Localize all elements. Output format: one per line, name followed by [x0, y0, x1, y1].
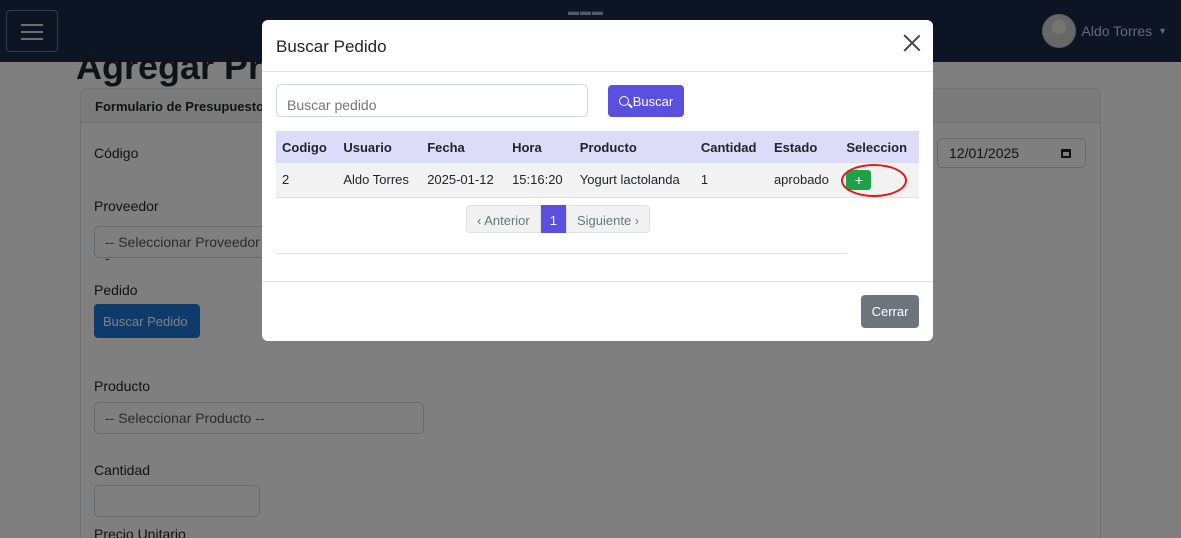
- highlight-ring: [841, 164, 907, 197]
- cell-estado: aprobado: [767, 163, 841, 198]
- pagination-prev[interactable]: ‹ Anterior: [466, 205, 541, 233]
- cell-hora: 15:16:20: [506, 163, 574, 198]
- col-fecha: Fecha: [421, 131, 507, 163]
- table-header-row: Codigo Usuario Fecha Hora Producto Canti…: [276, 131, 919, 163]
- pagination: ‹ Anterior 1 Siguiente ›: [466, 205, 651, 233]
- col-producto: Producto: [573, 131, 695, 163]
- table-row: 2 Aldo Torres 2025-01-12 15:16:20 Yogurt…: [276, 163, 919, 198]
- modal-title: Buscar Pedido: [276, 37, 387, 56]
- col-seleccion: Seleccion: [840, 131, 919, 163]
- search-input[interactable]: [276, 84, 588, 117]
- cell-usuario: Aldo Torres: [337, 163, 422, 198]
- orders-table: Codigo Usuario Fecha Hora Producto Canti…: [276, 131, 919, 198]
- cell-codigo: 2: [276, 163, 338, 198]
- col-cantidad: Cantidad: [694, 131, 768, 163]
- divider: [276, 253, 847, 254]
- col-codigo: Codigo: [276, 131, 338, 163]
- search-icon: [618, 96, 629, 106]
- col-estado: Estado: [767, 131, 841, 163]
- search-button[interactable]: Buscar: [608, 85, 684, 117]
- modal-header: Buscar Pedido: [262, 20, 933, 72]
- pagination-page-1[interactable]: 1: [540, 205, 566, 233]
- search-button-label: Buscar: [632, 93, 674, 109]
- pagination-next[interactable]: Siguiente ›: [565, 205, 651, 233]
- close-icon[interactable]: [903, 34, 921, 52]
- col-usuario: Usuario: [337, 131, 422, 163]
- cell-cantidad: 1: [694, 163, 768, 198]
- buscar-pedido-modal: Buscar Pedido Buscar Codigo Usuario Fech…: [262, 20, 933, 341]
- cell-fecha: 2025-01-12: [421, 163, 507, 198]
- cell-producto: Yogurt lactolanda: [573, 163, 695, 198]
- modal-footer-divider: [262, 281, 933, 282]
- col-hora: Hora: [506, 131, 574, 163]
- close-button[interactable]: Cerrar: [861, 295, 919, 328]
